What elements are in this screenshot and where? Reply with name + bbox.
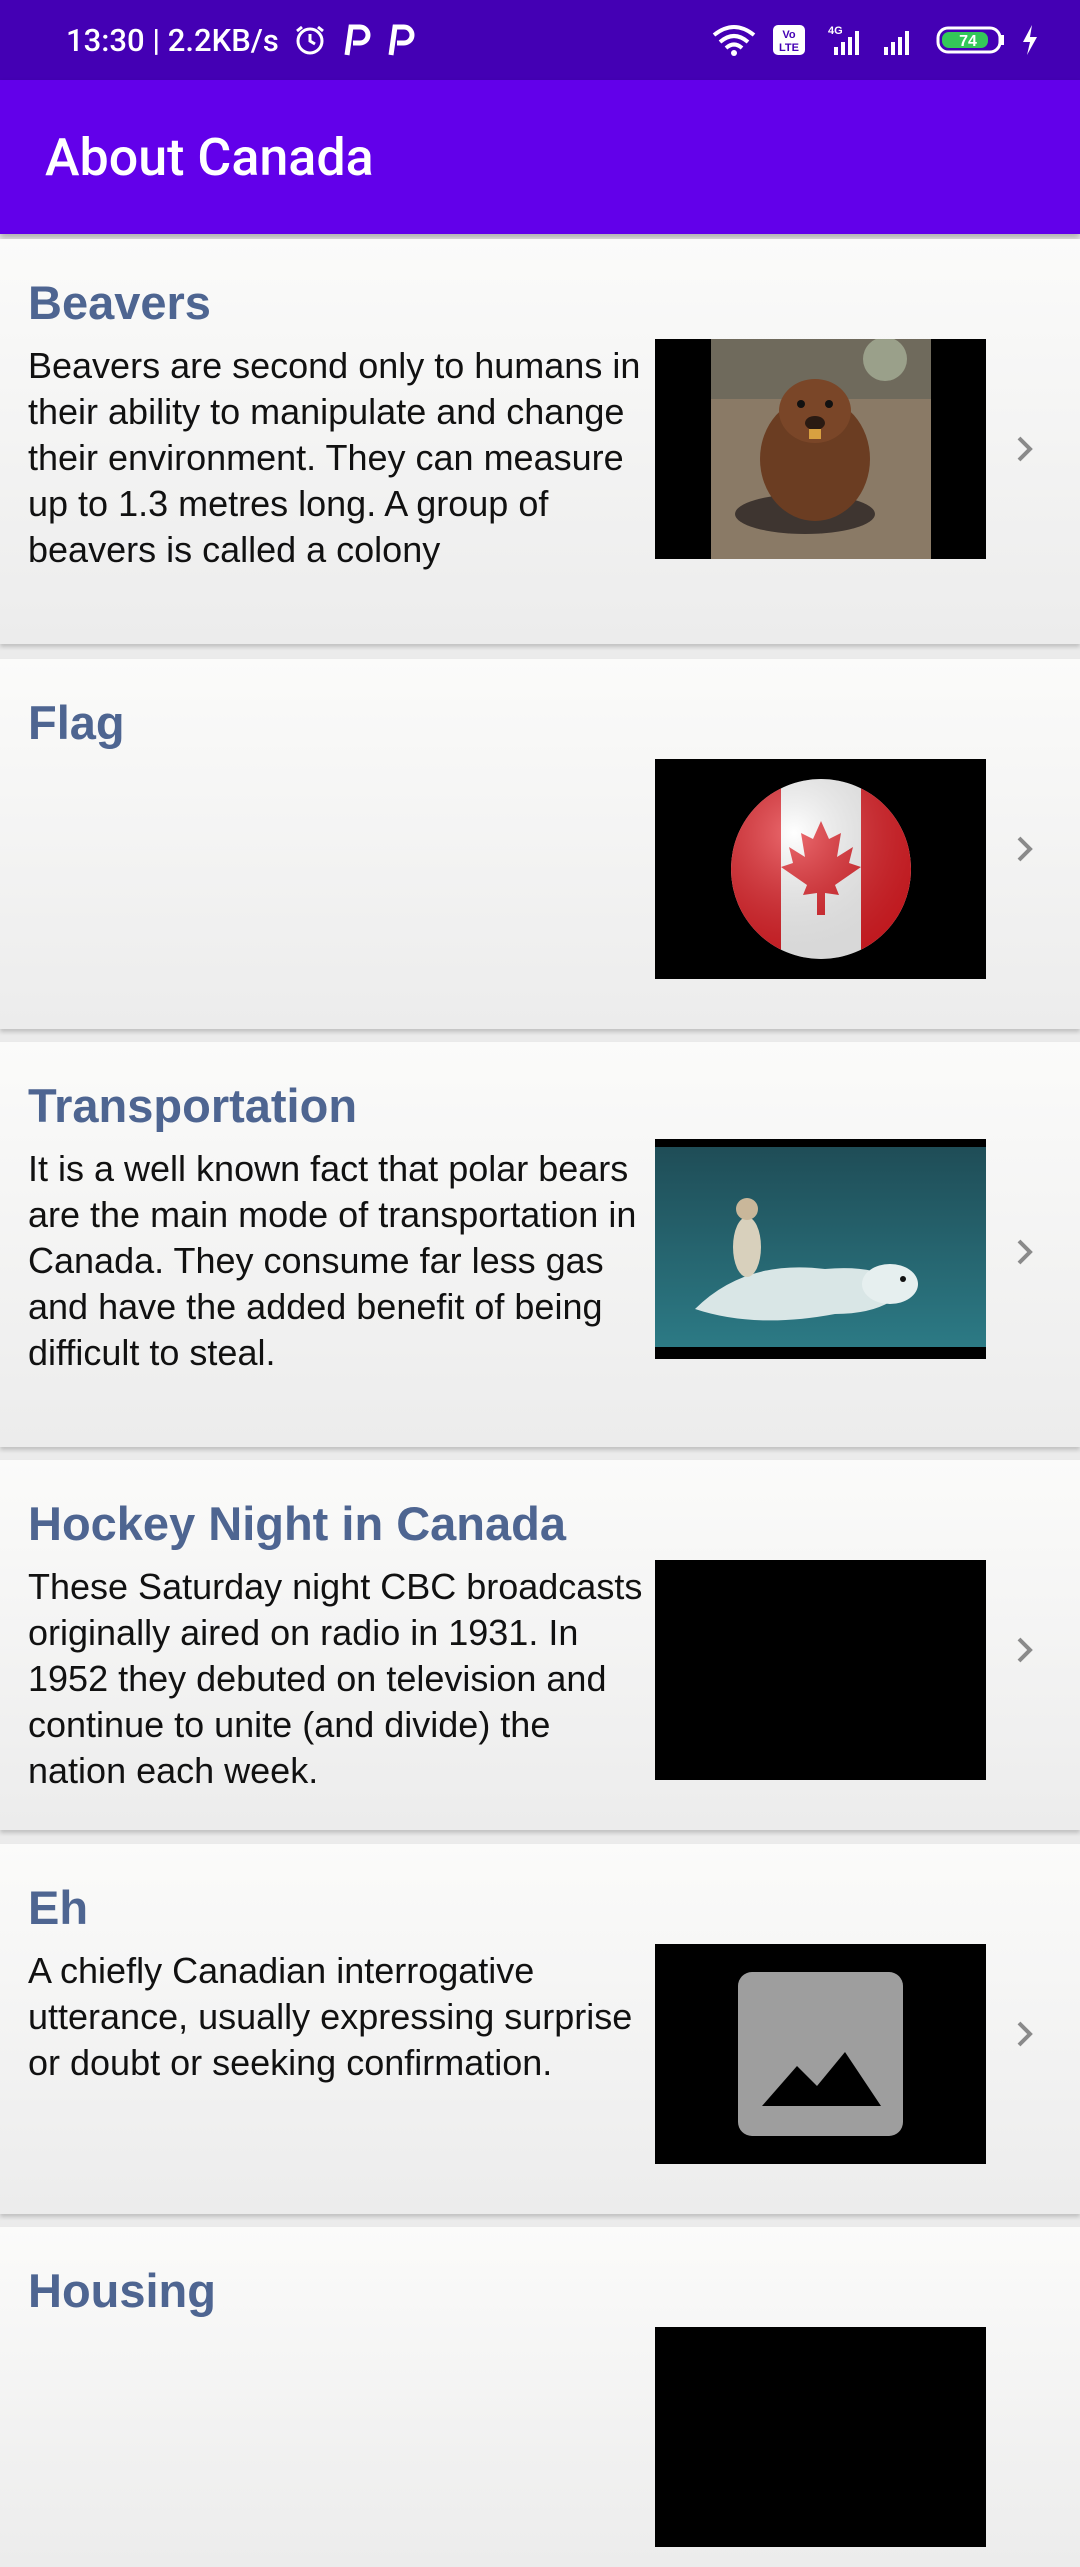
item-title: Beavers bbox=[28, 276, 211, 329]
chevron-right-icon bbox=[1010, 1630, 1040, 1670]
canada-flag-image bbox=[655, 759, 986, 979]
wifi-icon bbox=[710, 23, 758, 57]
black-image bbox=[655, 1560, 986, 1780]
list-item[interactable]: Transportation It is a well known fact t… bbox=[0, 1042, 1080, 1447]
battery-icon: 74 bbox=[936, 23, 1006, 57]
status-right: Vo LTE 4G 74 bbox=[710, 23, 1040, 57]
beaver-photo bbox=[655, 339, 986, 559]
signal-icon bbox=[878, 23, 922, 57]
black-image bbox=[655, 2327, 986, 2547]
alarm-icon bbox=[293, 23, 327, 57]
item-description: Beavers are second only to humans in the… bbox=[28, 345, 641, 570]
item-title: Housing bbox=[28, 2264, 216, 2317]
p-app-icon bbox=[385, 23, 415, 57]
svg-text:4G: 4G bbox=[828, 25, 843, 37]
svg-text:Vo: Vo bbox=[782, 29, 796, 41]
chevron-right-icon bbox=[1010, 829, 1040, 869]
list-item[interactable]: Housing bbox=[0, 2227, 1080, 2567]
p-app-icon bbox=[341, 23, 371, 57]
chevron-right-icon bbox=[1010, 429, 1040, 469]
app-bar: About Canada bbox=[0, 80, 1080, 234]
chevron-right-icon bbox=[1010, 2014, 1040, 2054]
item-title: Transportation bbox=[28, 1079, 358, 1132]
item-title: Eh bbox=[28, 1881, 89, 1934]
page-title: About Canada bbox=[45, 126, 374, 188]
polar-bear-photo bbox=[655, 1139, 986, 1359]
chevron-right-icon bbox=[1010, 1232, 1040, 1272]
list-item[interactable]: Hockey Night in Canada These Saturday ni… bbox=[0, 1460, 1080, 1830]
volte-icon: Vo LTE bbox=[772, 23, 806, 57]
status-time-speed: 13:30 | 2.2KB/s bbox=[66, 21, 279, 59]
status-left: 13:30 | 2.2KB/s bbox=[66, 22, 415, 59]
svg-text:LTE: LTE bbox=[779, 42, 799, 54]
list-item[interactable]: Eh A chiefly Canadian interrogative utte… bbox=[0, 1844, 1080, 2214]
item-description: It is a well known fact that polar bears… bbox=[28, 1148, 637, 1373]
item-description: These Saturday night CBC broadcasts orig… bbox=[28, 1566, 643, 1791]
charging-icon bbox=[1020, 23, 1040, 57]
item-title: Hockey Night in Canada bbox=[28, 1497, 566, 1550]
list-item[interactable]: Beavers Beavers are second only to human… bbox=[0, 239, 1080, 644]
list-item[interactable]: Flag bbox=[0, 659, 1080, 1029]
4g-signal-icon: 4G bbox=[820, 23, 864, 57]
item-title: Flag bbox=[28, 696, 125, 749]
item-description: A chiefly Canadian interrogative utteran… bbox=[28, 1950, 633, 2083]
status-bar: 13:30 | 2.2KB/s Vo LTE 4G 74 bbox=[0, 0, 1080, 80]
image-placeholder-icon bbox=[655, 1944, 986, 2164]
battery-level: 74 bbox=[959, 33, 977, 50]
